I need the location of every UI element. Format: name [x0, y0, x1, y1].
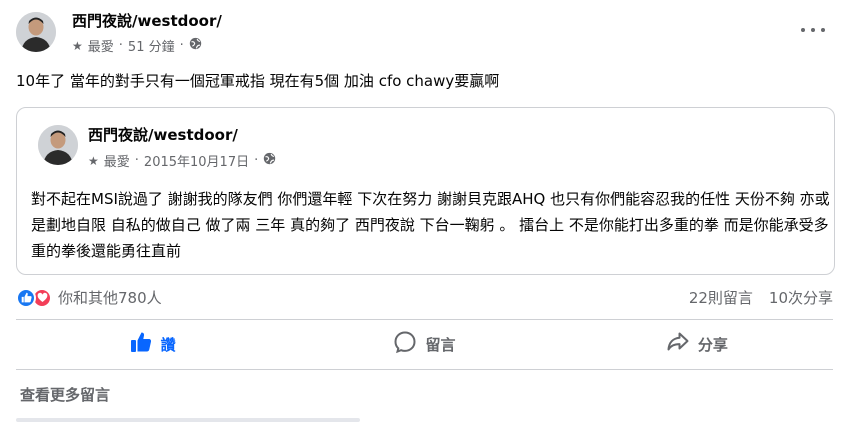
- shared-meta: ★ 最愛 · 2015年10月17日 ·: [88, 151, 276, 170]
- meta-separator: ·: [134, 153, 139, 168]
- post-text: 10年了 當年的對手只有一個冠軍戒指 現在有5個 加油 cfo chawy要贏啊: [16, 72, 500, 90]
- like-icon: [16, 287, 36, 308]
- star-icon: ★: [88, 153, 99, 168]
- shares-count[interactable]: 10次分享: [769, 287, 833, 308]
- meta-separator: ·: [254, 153, 259, 168]
- post-stats: 22則留言 10次分享: [689, 287, 833, 308]
- post-author-name[interactable]: 西門夜說/westdoor/: [72, 10, 222, 31]
- post-time[interactable]: 51 分鐘: [128, 36, 175, 55]
- view-more-comments-link[interactable]: 查看更多留言: [20, 384, 110, 405]
- comment-button[interactable]: 留言: [288, 320, 560, 368]
- shared-avatar[interactable]: [38, 125, 78, 165]
- meta-separator: ·: [118, 38, 123, 53]
- shared-post-text: 對不起在MSI說過了 謝謝我的隊友們 你們還年輕 下次在努力 謝謝貝克跟AHQ …: [31, 190, 830, 260]
- shared-post-date[interactable]: 2015年10月17日: [144, 151, 249, 170]
- audience-label: 最愛: [103, 155, 130, 170]
- divider: [16, 369, 833, 370]
- comment-placeholder: [16, 418, 360, 422]
- thumbs-up-icon: [129, 330, 153, 358]
- reactions-summary[interactable]: 你和其他780人: [16, 287, 162, 308]
- like-button[interactable]: 讚: [16, 320, 288, 368]
- action-bar: 讚 留言 分享: [16, 320, 833, 368]
- post-meta: ★ 最愛 · 51 分鐘 ·: [72, 36, 202, 55]
- globe-icon: [263, 152, 276, 169]
- comments-count[interactable]: 22則留言: [689, 287, 753, 308]
- share-label: 分享: [697, 335, 728, 354]
- reactions-count[interactable]: 你和其他780人: [58, 287, 162, 308]
- comment-label: 留言: [425, 335, 456, 354]
- share-button[interactable]: 分享: [561, 320, 833, 368]
- meta-separator: ·: [179, 38, 184, 53]
- audience-label: 最愛: [87, 40, 114, 55]
- avatar-image: [16, 12, 56, 52]
- share-icon: [666, 330, 690, 358]
- avatar-image: [38, 125, 78, 165]
- more-options-icon[interactable]: [801, 20, 825, 40]
- comment-icon: [393, 330, 417, 358]
- shared-author-name[interactable]: 西門夜說/westdoor/: [88, 124, 238, 145]
- globe-icon: [189, 37, 202, 54]
- like-label: 讚: [160, 335, 176, 354]
- avatar[interactable]: [16, 12, 56, 52]
- shared-post-card[interactable]: 西門夜說/westdoor/ ★ 最愛 · 2015年10月17日 · 對不起在…: [16, 107, 835, 275]
- star-icon: ★: [72, 38, 83, 53]
